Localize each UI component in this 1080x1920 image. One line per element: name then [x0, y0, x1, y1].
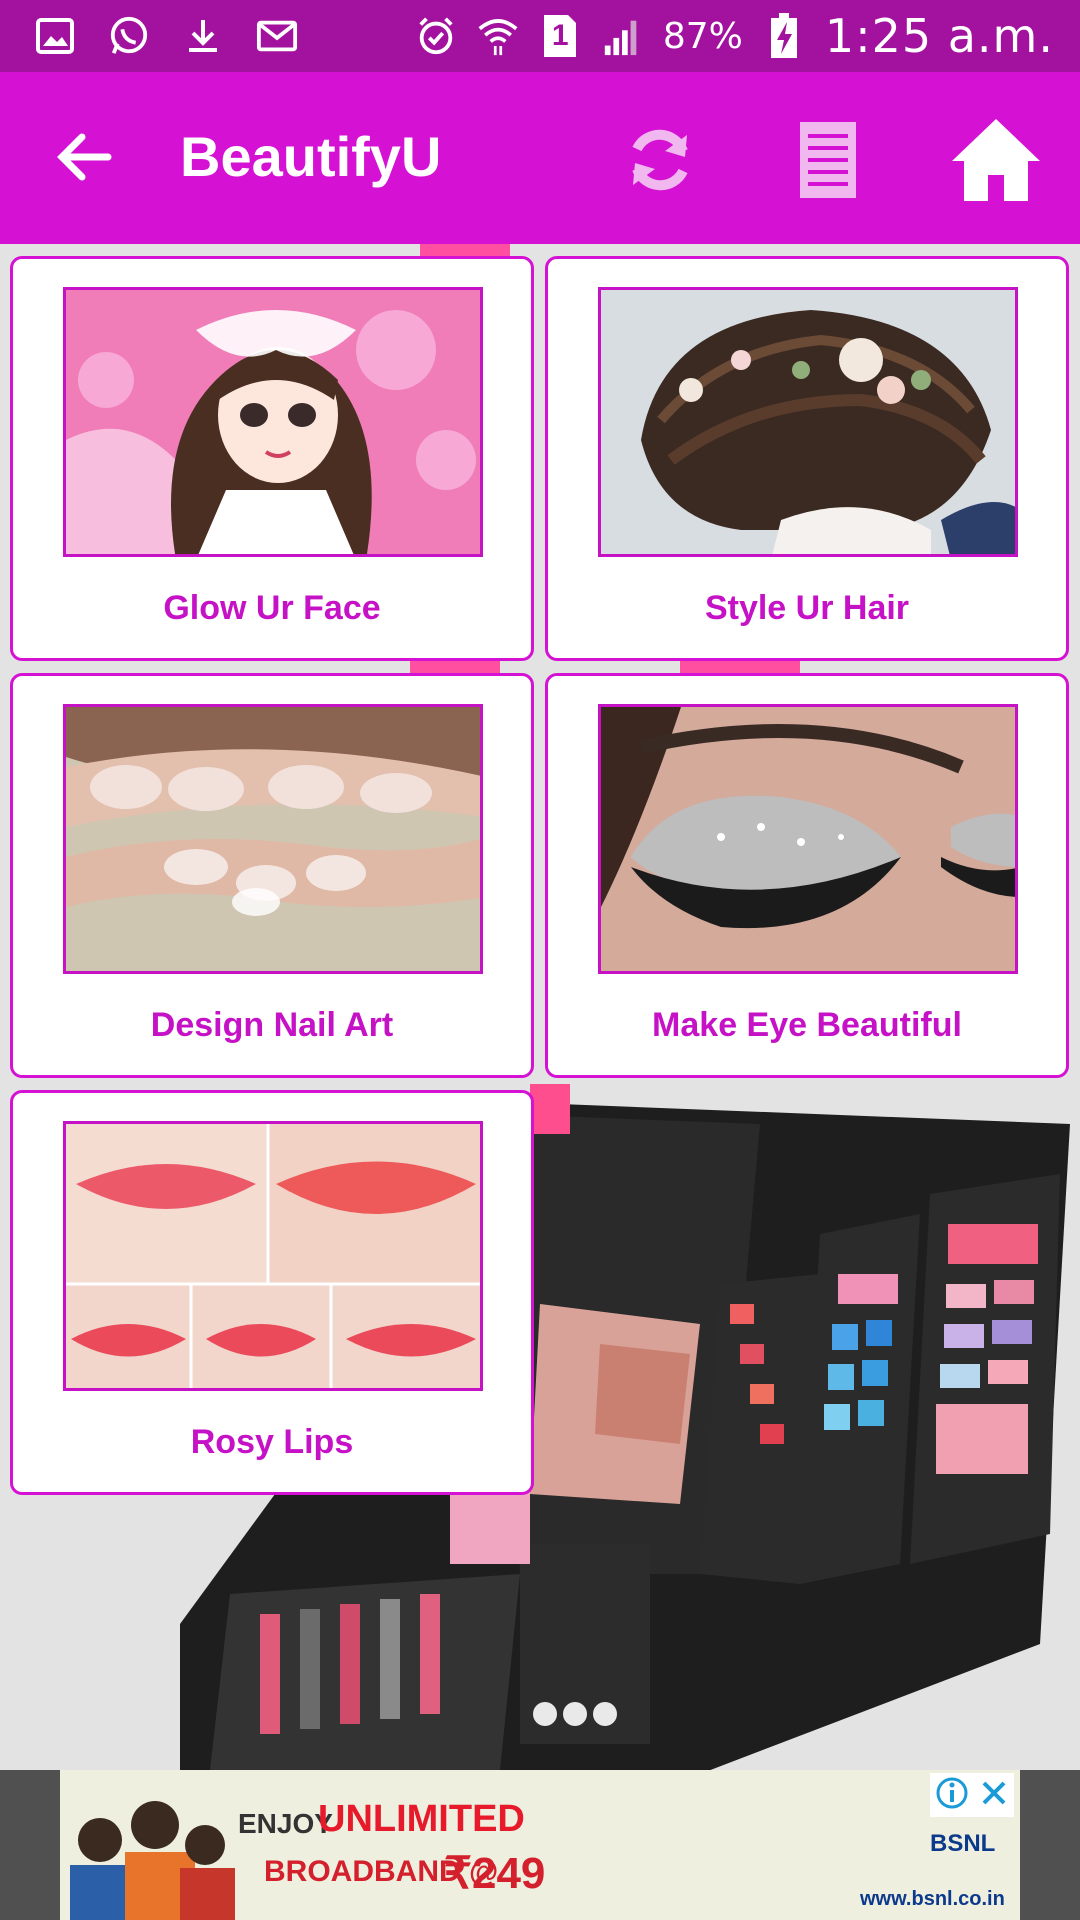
- rosy-lips-image: [63, 1121, 483, 1391]
- category-card-style-hair[interactable]: Style Ur Hair: [545, 256, 1069, 661]
- ad-close-icon[interactable]: [979, 1778, 1009, 1813]
- status-bar: 1 87% 1:25 a.m.: [0, 0, 1080, 72]
- sim-slot-number: 1: [551, 19, 569, 52]
- style-hair-image: [598, 287, 1018, 557]
- ad-price: ₹249: [444, 1849, 546, 1898]
- system-icons: 1 87% 1:25 a.m.: [415, 9, 1054, 63]
- gmail-icon: [256, 15, 298, 57]
- category-card-glow-face[interactable]: Glow Ur Face: [10, 256, 534, 661]
- list-button[interactable]: [778, 110, 878, 210]
- category-label: Style Ur Hair: [704, 589, 910, 627]
- category-card-rosy-lips[interactable]: Rosy Lips: [10, 1090, 534, 1495]
- nail-art-image: [63, 704, 483, 974]
- category-card-nail-art[interactable]: Design Nail Art: [10, 673, 534, 1078]
- refresh-button[interactable]: [610, 110, 710, 210]
- category-label: Glow Ur Face: [163, 589, 381, 627]
- battery-charging-icon: [763, 13, 805, 58]
- back-button[interactable]: [50, 122, 120, 192]
- ad-unlimited-text: UNLIMITED: [318, 1798, 525, 1840]
- whatsapp-icon: [108, 15, 150, 57]
- alarm-icon: [415, 15, 457, 57]
- ad-choices: [930, 1773, 1014, 1817]
- clock: 1:25 a.m.: [824, 9, 1054, 63]
- ad-info-icon[interactable]: [935, 1776, 969, 1815]
- home-icon: [952, 119, 1040, 201]
- list-icon: [800, 122, 856, 198]
- eye-beautiful-image: [598, 704, 1018, 974]
- category-label: Make Eye Beautiful: [652, 1006, 962, 1044]
- ad-banner[interactable]: ENJOY UNLIMITED BROADBAND @ ₹249 BSNL ww…: [60, 1770, 1020, 1920]
- app-toolbar: BeautifyU: [0, 72, 1080, 244]
- signal-icon: [601, 15, 643, 57]
- ad-people-image: [70, 1801, 235, 1920]
- ad-url: www.bsnl.co.in: [860, 1888, 1005, 1910]
- ad-brand: BSNL: [930, 1830, 996, 1857]
- home-button[interactable]: [946, 110, 1046, 210]
- category-label: Rosy Lips: [190, 1423, 354, 1461]
- battery-percent: 87%: [662, 15, 743, 57]
- wifi-icon: [477, 15, 519, 57]
- notification-icons: [34, 14, 298, 58]
- back-arrow-icon: [57, 133, 112, 181]
- category-card-eye-beautiful[interactable]: Make Eye Beautiful: [545, 673, 1069, 1078]
- category-label: Design Nail Art: [150, 1006, 394, 1044]
- app-title: BeautifyU: [180, 125, 442, 188]
- download-icon: [182, 15, 224, 57]
- gallery-icon: [34, 15, 76, 57]
- glow-face-image: [63, 287, 483, 557]
- refresh-icon: [632, 129, 688, 191]
- ad-banner-area: ENJOY UNLIMITED BROADBAND @ ₹249 BSNL ww…: [0, 1770, 1080, 1920]
- sim-icon: 1: [539, 15, 581, 57]
